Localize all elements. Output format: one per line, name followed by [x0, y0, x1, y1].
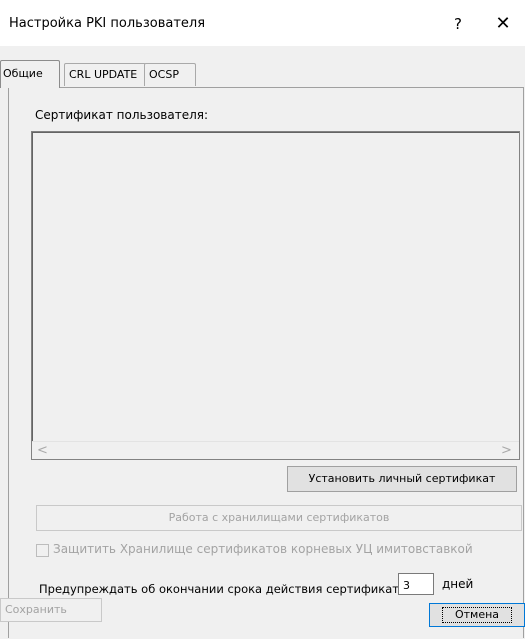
window-title: Настройка PKI пользователя — [9, 16, 206, 31]
cancel-button-label: Отмена — [441, 607, 513, 623]
protect-store-label: Защитить Хранилище сертификатов корневых… — [53, 542, 473, 556]
tab-ocsp[interactable]: OCSP — [144, 63, 196, 86]
title-bar: Настройка PKI пользователя ? ✕ — [0, 0, 525, 46]
certificate-label: Сертификат пользователя: — [35, 108, 209, 122]
tab-crl-update[interactable]: CRL UPDATE — [64, 63, 146, 86]
close-button[interactable]: ✕ — [488, 12, 518, 36]
protect-store-checkbox[interactable] — [36, 544, 49, 557]
certificate-stores-button[interactable]: Работа с хранилищами сертификатов — [36, 505, 522, 531]
certificate-list[interactable]: < > — [31, 131, 520, 460]
days-unit-label: дней — [442, 577, 474, 591]
scroll-left-icon[interactable]: < — [34, 442, 51, 459]
help-button[interactable]: ? — [443, 12, 473, 36]
warning-days-input[interactable] — [398, 573, 434, 595]
tab-strip: Общие CRL UPDATE OCSP — [0, 60, 525, 88]
save-button[interactable]: Сохранить — [0, 598, 102, 622]
horizontal-scrollbar[interactable]: < > — [32, 441, 519, 459]
cancel-button[interactable]: Отмена — [429, 603, 525, 627]
install-certificate-button[interactable]: Установить личный сертификат — [287, 466, 517, 492]
expiry-warning-label: Предупреждать об окончании срока действи… — [39, 582, 407, 596]
tab-general[interactable]: Общие — [0, 60, 60, 88]
scroll-right-icon[interactable]: > — [498, 442, 515, 459]
